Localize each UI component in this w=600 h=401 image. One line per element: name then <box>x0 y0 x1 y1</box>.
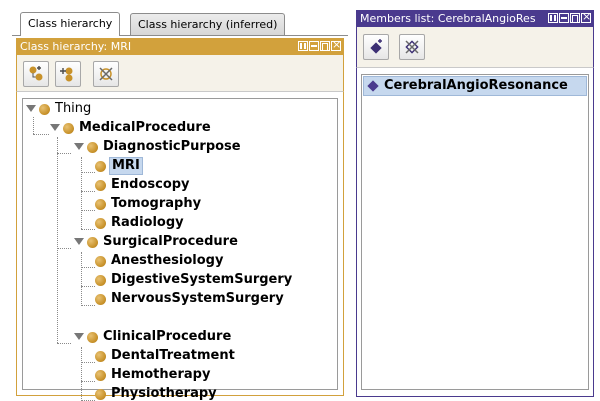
class-icon <box>95 256 106 267</box>
float-view-icon[interactable] <box>298 41 308 51</box>
close-view-icon[interactable] <box>581 10 591 24</box>
tree-connector <box>81 305 95 306</box>
tree-connector <box>81 362 95 363</box>
tree-connector <box>81 267 95 268</box>
class-tree: Thing MedicalProcedure DiagnosticPurpose… <box>22 98 338 401</box>
class-toolbar <box>16 55 344 91</box>
class-icon <box>63 123 74 134</box>
add-individual-icon <box>370 39 382 54</box>
tree-connector <box>33 117 34 134</box>
delete-individual-button[interactable] <box>399 34 425 60</box>
delete-class-button[interactable] <box>93 61 119 87</box>
maximize-view-icon[interactable] <box>320 41 330 51</box>
collapse-arrow-icon[interactable] <box>50 124 60 131</box>
tree-connector <box>57 248 71 249</box>
tree-connector <box>57 137 58 343</box>
collapse-arrow-icon[interactable] <box>74 238 84 245</box>
view-window-controls <box>548 10 591 24</box>
tree-connector <box>81 252 82 306</box>
class-icon <box>87 332 98 343</box>
tree-connector <box>57 343 71 344</box>
class-icon <box>95 294 106 305</box>
member-item-cerebralangioresonance[interactable]: CerebralAngioResonance <box>363 76 587 96</box>
class-icon <box>95 275 106 286</box>
delete-class-icon <box>99 67 113 81</box>
close-view-icon[interactable] <box>331 38 341 52</box>
add-sibling-class-icon <box>60 67 73 82</box>
members-toolbar <box>356 27 594 67</box>
class-icon <box>95 199 106 210</box>
class-icon <box>95 370 106 381</box>
class-hierarchy-pane: Class hierarchy Class hierarchy (inferre… <box>12 10 348 401</box>
collapse-arrow-icon[interactable] <box>74 333 84 340</box>
add-subclass-icon <box>29 66 43 81</box>
tree-connector <box>81 210 95 211</box>
add-individual-button[interactable] <box>363 34 389 60</box>
class-icon <box>39 104 50 115</box>
class-icon <box>95 389 106 400</box>
minimize-view-icon[interactable] <box>309 41 319 51</box>
class-icon <box>95 351 106 362</box>
class-hierarchy-header: Class hierarchy: MRI <box>16 38 344 55</box>
tab-strip: Class hierarchy Class hierarchy (inferre… <box>12 10 348 36</box>
members-list-frame: CerebralAngioResonance <box>356 67 594 397</box>
tree-connector <box>81 381 95 382</box>
tree-connector <box>57 153 71 154</box>
delete-individual-icon <box>405 40 419 54</box>
collapse-arrow-icon[interactable] <box>74 143 84 150</box>
class-icon <box>87 237 98 248</box>
add-subclass-button[interactable] <box>23 61 49 87</box>
class-icon <box>95 161 106 172</box>
tree-connector <box>81 172 95 173</box>
class-icon <box>95 180 106 191</box>
members-list-header: Members list: CerebralAngioRes <box>356 10 594 27</box>
class-icon <box>95 218 106 229</box>
tree-connector <box>33 134 49 135</box>
collapse-arrow-icon[interactable] <box>26 105 36 112</box>
tab-class-hierarchy[interactable]: Class hierarchy <box>20 12 121 36</box>
view-title: Members list: CerebralAngioRes <box>360 12 536 25</box>
tree-connector <box>81 229 95 230</box>
members-list: CerebralAngioResonance <box>361 74 589 390</box>
float-view-icon[interactable] <box>548 13 558 23</box>
minimize-view-icon[interactable] <box>559 13 569 23</box>
class-tree-frame: Thing MedicalProcedure DiagnosticPurpose… <box>16 91 344 401</box>
add-sibling-class-button[interactable] <box>55 61 81 87</box>
members-list-pane: Members list: CerebralAngioRes Cere <box>356 10 596 398</box>
view-window-controls <box>298 38 341 52</box>
class-icon <box>87 142 98 153</box>
tab-class-hierarchy-inferred[interactable]: Class hierarchy (inferred) <box>130 13 286 35</box>
tree-connector <box>81 157 82 229</box>
maximize-view-icon[interactable] <box>570 13 580 23</box>
tree-connector <box>81 347 82 401</box>
tree-connector <box>81 191 95 192</box>
view-title: Class hierarchy: MRI <box>20 40 132 53</box>
individual-icon <box>367 80 379 92</box>
tree-connector <box>81 286 95 287</box>
